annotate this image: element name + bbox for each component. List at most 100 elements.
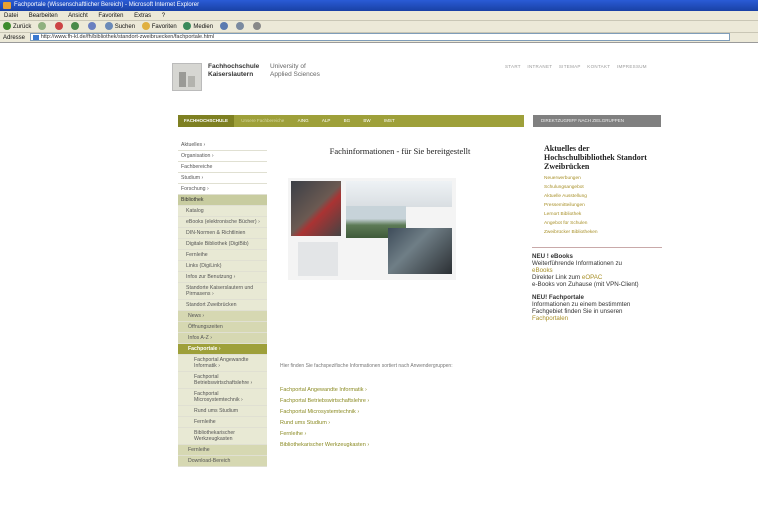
right-column: Aktuelles der Hochschulbibliothek Stando… bbox=[532, 140, 662, 507]
sidebar-item[interactable]: Fernleihe bbox=[178, 445, 267, 456]
history-button[interactable] bbox=[219, 21, 230, 33]
address-input[interactable]: http://www.fh-kl.de/fh/bibliothek/stando… bbox=[29, 33, 730, 42]
ebooks-block: NEU ! eBooks Weiterführende Informatione… bbox=[532, 253, 662, 288]
menu-extras[interactable]: Extras bbox=[134, 13, 151, 19]
sidebar-item[interactable]: Forschung › bbox=[178, 184, 267, 195]
sidebar-item[interactable]: Katalog bbox=[178, 206, 267, 217]
fachportale-block: NEU! Fachportale Informationen zu einem … bbox=[532, 294, 662, 322]
link-zweibruecker-bib[interactable]: Zweibrücker Bibliotheken bbox=[544, 228, 662, 237]
home-button[interactable] bbox=[88, 21, 98, 33]
menu-datei[interactable]: Datei bbox=[4, 13, 18, 19]
sidebar-item[interactable]: Standort Zweibrücken bbox=[178, 300, 267, 311]
toplink-impressum[interactable]: IMPRESSUM bbox=[617, 64, 647, 69]
refresh-icon bbox=[71, 22, 80, 31]
link-portal-mst[interactable]: Fachportal Microsystemtechnik › bbox=[280, 407, 520, 418]
sidebar-item[interactable]: Download-Bereich bbox=[178, 456, 267, 467]
eopac-link[interactable]: eOPAC bbox=[582, 274, 603, 281]
nav-bg[interactable]: BG bbox=[338, 115, 357, 127]
nav-alp[interactable]: ALP bbox=[316, 115, 337, 127]
page-title: Fachinformationen - für Sie bereitgestel… bbox=[329, 146, 471, 156]
search-icon bbox=[104, 22, 113, 31]
main-content: Fachinformationen - für Sie bereitgestel… bbox=[270, 140, 526, 507]
sidebar-item[interactable]: Fernleihe bbox=[178, 250, 267, 261]
link-portal-bwl[interactable]: Fachportal Betriebswirtschaftslehre › bbox=[280, 396, 520, 407]
link-werkzeugkasten[interactable]: Bibliothekarischer Werkzeugkasten › bbox=[280, 440, 520, 451]
search-button[interactable]: Suchen bbox=[104, 21, 135, 33]
media-icon bbox=[183, 22, 192, 31]
fachportale-link[interactable]: Fachportalen bbox=[532, 315, 662, 322]
history-icon bbox=[219, 22, 228, 31]
menu-help[interactable]: ? bbox=[162, 13, 165, 19]
fh-logo[interactable] bbox=[172, 63, 202, 91]
refresh-button[interactable] bbox=[71, 21, 81, 33]
ebooks-text3: e-Books von Zuhause (mit VPN-Client) bbox=[532, 281, 639, 288]
sidebar-nav: Aktuelles › Organisation › Fachbereiche Stu… bbox=[178, 140, 267, 507]
sidebar-item[interactable]: Aktuelles › bbox=[178, 140, 267, 151]
sidebar-item[interactable]: Bibliothekarischer Werkzeugkasten bbox=[178, 428, 267, 445]
sidebar-item[interactable]: eBooks (elektronische Bücher) › bbox=[178, 217, 267, 228]
sidebar-item[interactable]: DIN-Normen & Richtlinien bbox=[178, 228, 267, 239]
sidebar-item[interactable]: News › bbox=[178, 311, 267, 322]
sidebar-item[interactable]: Fachportal Betriebswirtschaftslehre › bbox=[178, 372, 267, 389]
news-links: Neuerwerbungen Schulungsangebot Aktuelle… bbox=[532, 171, 662, 237]
link-schulungsangebot[interactable]: Schulungsangebot bbox=[544, 183, 662, 192]
address-bar: Adresse http://www.fh-kl.de/fh/bibliothe… bbox=[0, 33, 758, 43]
sidebar-item[interactable]: Fachportale › bbox=[178, 344, 267, 355]
nav-imst[interactable]: IMST bbox=[378, 115, 401, 127]
link-fernleihe[interactable]: Fernleihe › bbox=[280, 429, 520, 440]
toplink-intranet[interactable]: INTRANET bbox=[527, 64, 552, 69]
toplink-start[interactable]: START bbox=[505, 64, 521, 69]
sidebar-item[interactable]: Studium › bbox=[178, 173, 267, 184]
sidebar-item[interactable]: Infos A-Z › bbox=[178, 333, 267, 344]
toplink-kontakt[interactable]: KONTAKT bbox=[587, 64, 610, 69]
sidebar-item[interactable]: Rund ums Studium bbox=[178, 406, 267, 417]
sidebar-item[interactable]: Öffnungszeiten bbox=[178, 322, 267, 333]
toplink-sitemap[interactable]: SITEMAP bbox=[559, 64, 581, 69]
ie-icon bbox=[3, 2, 11, 9]
sidebar-item[interactable]: Bibliothek bbox=[178, 195, 267, 206]
nav-aing[interactable]: AING bbox=[292, 115, 315, 127]
favorites-button[interactable]: Favoriten bbox=[141, 21, 177, 33]
brand-subtitle: University of Applied Sciences bbox=[270, 63, 320, 78]
link-portal-informatik[interactable]: Fachportal Angewandte Informatik › bbox=[280, 385, 520, 396]
menu-favoriten[interactable]: Favoriten bbox=[98, 13, 123, 19]
media-button[interactable]: Medien bbox=[183, 21, 213, 33]
brand-name: Fachhochschule Kaiserslautern bbox=[208, 63, 260, 78]
link-rund-ums-studium[interactable]: Rund ums Studium › bbox=[280, 418, 520, 429]
sidebar-item[interactable]: Infos zur Benutzung › bbox=[178, 272, 267, 283]
ebooks-text1: Weiterführende Informationen zu bbox=[532, 260, 622, 267]
library-photo-collage bbox=[288, 178, 456, 280]
sidebar-item[interactable]: Fachportal Microsystemtechnik › bbox=[178, 389, 267, 406]
nav-fachhochschule[interactable]: FACHHOCHSCHULE bbox=[178, 115, 235, 127]
sidebar-item[interactable]: Organisation › bbox=[178, 151, 267, 162]
link-ausstellung[interactable]: Aktuelle Ausstellung bbox=[544, 192, 662, 201]
top-links: START INTRANET SITEMAP KONTAKT IMPRESSUM bbox=[505, 64, 652, 69]
menu-ansicht[interactable]: Ansicht bbox=[68, 13, 88, 19]
nav-bw[interactable]: BW bbox=[357, 115, 376, 127]
link-neuerwerbungen[interactable]: Neuerwerbungen bbox=[544, 174, 662, 183]
menu-bearbeiten[interactable]: Bearbeiten bbox=[29, 13, 58, 19]
sidebar-item[interactable]: Fernleihe bbox=[178, 417, 267, 428]
sidebar-item[interactable]: Fachbereiche bbox=[178, 162, 267, 173]
ebooks-link[interactable]: eBooks bbox=[532, 267, 662, 274]
nav-fachbereiche[interactable]: Unsere Fachbereiche bbox=[235, 115, 290, 127]
photo-sky bbox=[346, 181, 452, 207]
forward-button[interactable] bbox=[38, 21, 48, 33]
window-titlebar: Fachportale (Wissenschaftlicher Bereich)… bbox=[0, 0, 758, 11]
sidebar-item[interactable]: Digitale Bibliothek (DigiBib) bbox=[178, 239, 267, 250]
favorites-star-icon bbox=[141, 22, 150, 31]
stop-button[interactable] bbox=[54, 21, 65, 33]
direktzugriff-button[interactable]: DIREKTZUGRIFF NACH ZIELGRUPPEN bbox=[533, 115, 661, 127]
sidebar-item[interactable]: Standorte Kaiserslautern und Pirmasens › bbox=[178, 283, 267, 300]
browser-toolbar: Zurück Suchen Favoriten Medien bbox=[0, 21, 758, 33]
mail-button[interactable] bbox=[236, 21, 246, 33]
address-label: Adresse bbox=[3, 35, 26, 41]
link-schulen[interactable]: Angebot für Schulen bbox=[544, 219, 662, 228]
print-button[interactable] bbox=[253, 21, 263, 33]
back-button[interactable]: Zurück bbox=[3, 21, 31, 33]
sidebar-item[interactable]: Links (DigiLink) bbox=[178, 261, 267, 272]
link-presse[interactable]: Pressemitteilungen bbox=[544, 201, 662, 210]
divider bbox=[532, 247, 662, 248]
sidebar-item[interactable]: Fachportal Angewandte Informatik › bbox=[178, 355, 267, 372]
link-lernort[interactable]: Lernort Bibliothek bbox=[544, 210, 662, 219]
